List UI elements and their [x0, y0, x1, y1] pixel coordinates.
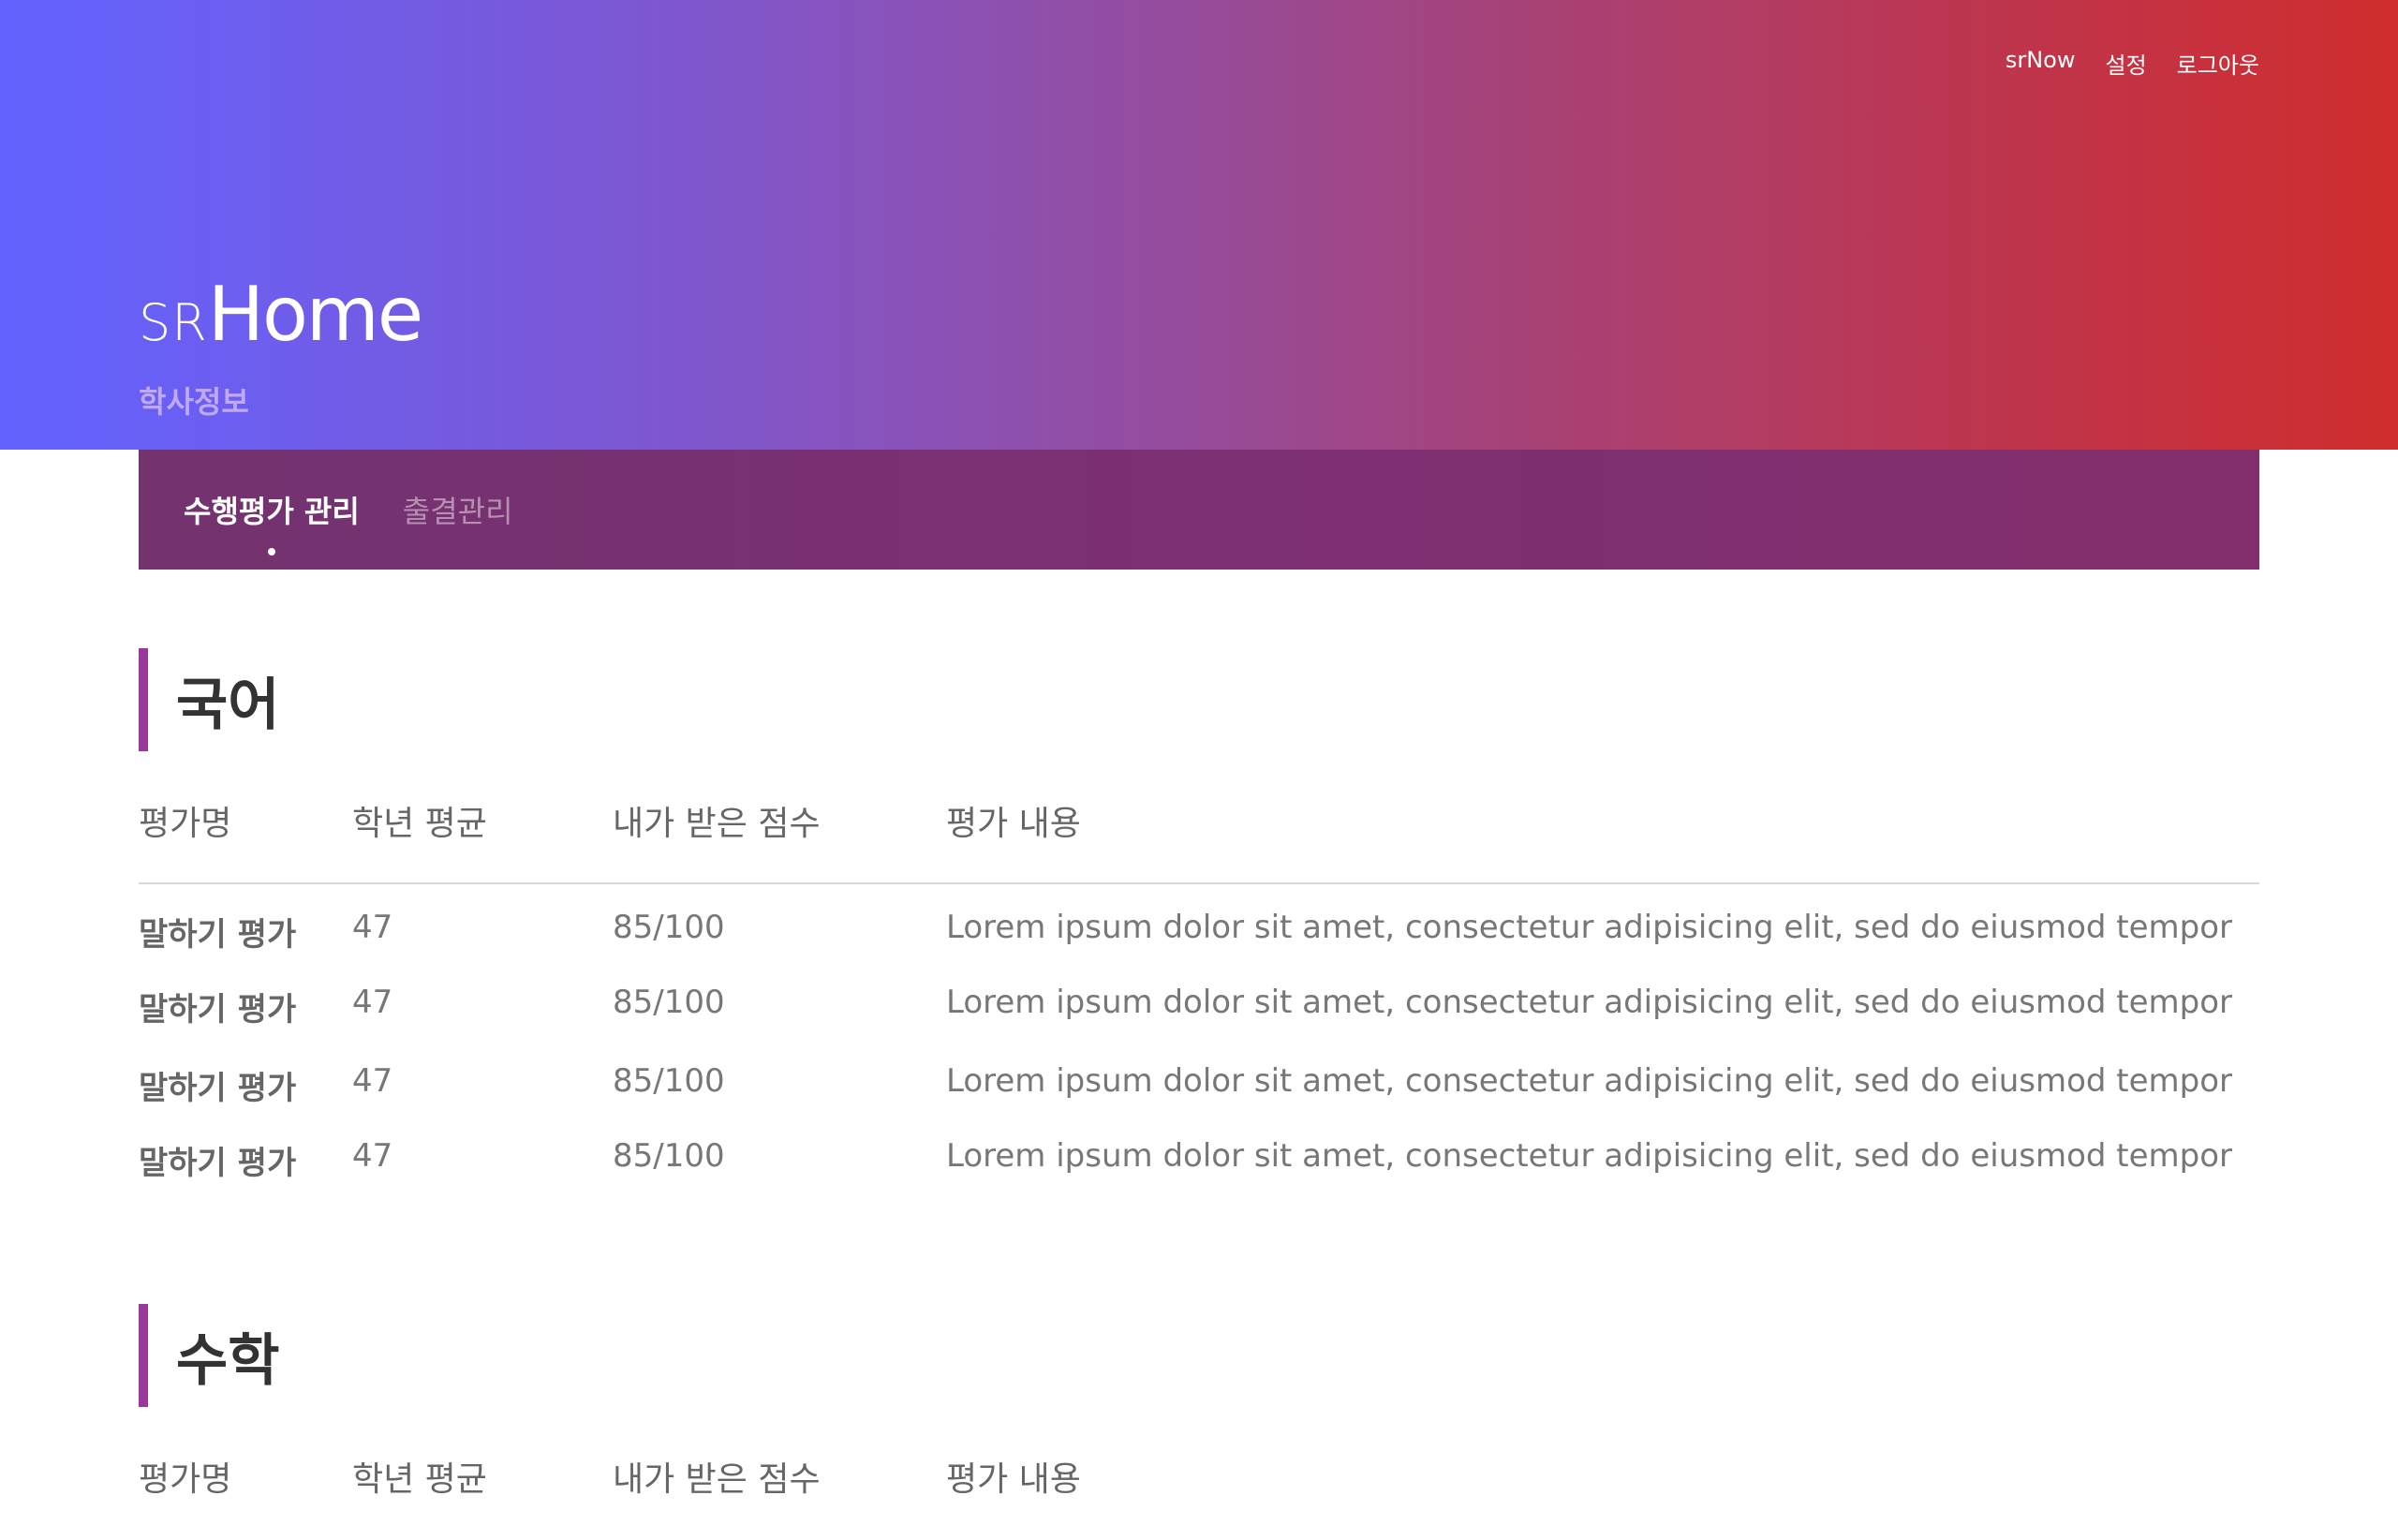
row-evaluation-content: Lorem ipsum dolor sit amet, consectetur … — [946, 1062, 2233, 1100]
row-grade-average: 47 — [352, 1062, 393, 1100]
evaluation-table: 평가명 학년 평균 내가 받은 점수 평가 내용 — [139, 1407, 2259, 1540]
table-row[interactable]: 말하기 평가 47 85/100 Lorem ipsum dolor sit a… — [139, 1117, 2259, 1192]
row-evaluation-content: Lorem ipsum dolor sit amet, consectetur … — [946, 909, 2233, 946]
row-evaluation-content: Lorem ipsum dolor sit amet, consectetur … — [946, 1137, 2233, 1175]
tab-performance-evaluation[interactable]: 수행평가 관리 — [184, 488, 360, 555]
evaluation-table: 평가명 학년 평균 내가 받은 점수 평가 내용 말하기 평가 47 85/10… — [139, 751, 2259, 1192]
column-header-score: 내가 받은 점수 — [613, 1460, 821, 1499]
nav-srnow-link[interactable]: srNow — [2006, 47, 2076, 80]
row-my-score: 85/100 — [613, 1137, 725, 1175]
tab-bar: 수행평가 관리 출결관리 — [139, 450, 2259, 570]
brand-prefix: SR — [139, 293, 208, 352]
row-grade-average: 47 — [352, 909, 393, 946]
row-my-score: 85/100 — [613, 984, 725, 1021]
column-header-average: 학년 평균 — [352, 1460, 487, 1499]
column-header-name: 평가명 — [139, 805, 232, 843]
header-banner: srNow 설정 로그아웃 SR Home 학사정보 — [0, 0, 2398, 450]
table-row[interactable]: 말하기 평가 47 85/100 Lorem ipsum dolor sit a… — [139, 888, 2259, 963]
top-nav: srNow 설정 로그아웃 — [2006, 47, 2259, 80]
table-row[interactable]: 말하기 평가 47 85/100 Lorem ipsum dolor sit a… — [139, 1042, 2259, 1117]
row-evaluation-name: 말하기 평가 — [139, 916, 297, 954]
column-header-name: 평가명 — [139, 1460, 232, 1499]
column-header-average: 학년 평균 — [352, 805, 487, 843]
subject-section-korean: 국어 평가명 학년 평균 내가 받은 점수 평가 내용 말하기 평가 47 85… — [139, 648, 2259, 1192]
column-header-content: 평가 내용 — [946, 1460, 1081, 1499]
table-row[interactable]: 말하기 평가 47 85/100 Lorem ipsum dolor sit a… — [139, 963, 2259, 1038]
column-header-score: 내가 받은 점수 — [613, 805, 821, 843]
row-my-score: 85/100 — [613, 909, 725, 946]
row-evaluation-name: 말하기 평가 — [139, 1070, 297, 1107]
row-evaluation-content: Lorem ipsum dolor sit amet, consectetur … — [946, 984, 2233, 1021]
brand-logo[interactable]: SR Home — [139, 271, 423, 358]
tab-label: 수행평가 관리 — [184, 494, 360, 529]
brand-main: Home — [207, 271, 423, 358]
nav-logout-link[interactable]: 로그아웃 — [2177, 47, 2259, 80]
active-tab-indicator — [267, 548, 275, 555]
section-title: 국어 — [139, 648, 2259, 751]
page-subtitle: 학사정보 — [139, 384, 249, 420]
row-grade-average: 47 — [352, 1137, 393, 1175]
tab-attendance[interactable]: 출결관리 — [403, 488, 513, 531]
table-header: 평가명 학년 평균 내가 받은 점수 평가 내용 — [139, 751, 2259, 884]
row-my-score: 85/100 — [613, 1062, 725, 1100]
row-evaluation-name: 말하기 평가 — [139, 1145, 297, 1182]
row-grade-average: 47 — [352, 984, 393, 1021]
column-header-content: 평가 내용 — [946, 805, 1081, 843]
subject-section-math: 수학 평가명 학년 평균 내가 받은 점수 평가 내용 — [139, 1304, 2259, 1540]
row-evaluation-name: 말하기 평가 — [139, 991, 297, 1029]
tab-label: 출결관리 — [402, 494, 513, 529]
table-header: 평가명 학년 평균 내가 받은 점수 평가 내용 — [139, 1407, 2259, 1540]
section-title: 수학 — [139, 1304, 2259, 1407]
nav-settings-link[interactable]: 설정 — [2106, 47, 2147, 80]
